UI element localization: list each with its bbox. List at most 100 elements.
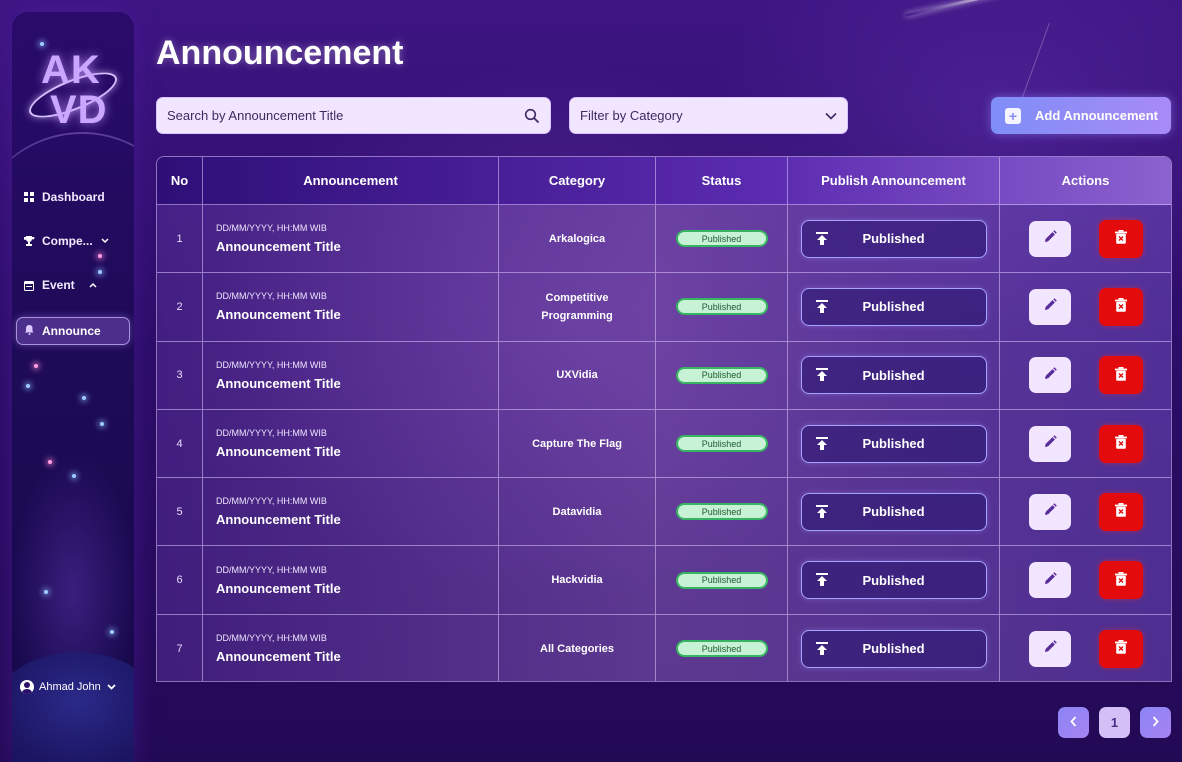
pencil-icon — [1043, 298, 1057, 315]
trophy-icon — [22, 235, 36, 247]
status-cell: Published — [656, 478, 788, 546]
edit-button[interactable] — [1028, 562, 1071, 599]
pagination-prev-button[interactable] — [1058, 707, 1089, 738]
sidebar-item-event[interactable]: Event — [22, 274, 97, 296]
star-decoration — [72, 474, 76, 478]
announcement-cell: DD/MM/YYYY, HH:MM WIB Announcement Title — [203, 546, 499, 614]
user-menu[interactable]: Ahmad John — [20, 680, 116, 694]
edit-button[interactable] — [1028, 493, 1071, 530]
trash-icon — [1114, 366, 1127, 384]
status-badge: Published — [675, 503, 768, 521]
table-row: 5 DD/MM/YYYY, HH:MM WIB Announcement Title… — [157, 478, 1171, 547]
search-box[interactable] — [156, 97, 551, 134]
publish-button-label: Published — [862, 504, 925, 520]
delete-button[interactable] — [1098, 356, 1143, 395]
chevron-down-icon — [107, 682, 116, 693]
category-cell: Arkalogica — [499, 205, 656, 273]
publish-cell: Published — [788, 546, 1000, 614]
announcement-date: DD/MM/YYYY, HH:MM WIB — [216, 359, 327, 370]
add-announcement-button[interactable]: + Add Announcement — [991, 97, 1171, 134]
chevron-down-icon — [825, 108, 837, 123]
table-body: 1 DD/MM/YYYY, HH:MM WIB Announcement Title… — [157, 205, 1171, 681]
edit-button[interactable] — [1028, 357, 1071, 394]
search-input[interactable] — [167, 108, 524, 123]
status-cell: Published — [656, 614, 788, 681]
chevron-down-icon — [101, 236, 109, 246]
publish-button[interactable]: Published — [800, 629, 987, 668]
table-row: 6 DD/MM/YYYY, HH:MM WIB Announcement Title… — [157, 546, 1171, 615]
announcement-cell: DD/MM/YYYY, HH:MM WIB Announcement Title — [203, 478, 499, 546]
pagination-page-1[interactable]: 1 — [1099, 707, 1130, 738]
pagination-next-button[interactable] — [1140, 707, 1171, 738]
category-cell: All Categories — [499, 614, 656, 681]
trash-icon — [1114, 571, 1127, 589]
delete-button[interactable] — [1098, 492, 1143, 531]
row-number: 3 — [157, 341, 203, 409]
star-decoration — [26, 384, 30, 388]
plus-icon: + — [1005, 107, 1021, 124]
publish-button-label: Published — [862, 299, 925, 315]
publish-button[interactable]: Published — [800, 219, 987, 258]
actions-cell — [1000, 342, 1171, 409]
announcement-date: DD/MM/YYYY, HH:MM WIB — [216, 291, 327, 302]
upload-icon — [815, 231, 830, 246]
upload-icon — [815, 641, 830, 656]
delete-button[interactable] — [1098, 629, 1143, 668]
star-decoration — [82, 396, 86, 400]
pencil-icon — [1043, 571, 1057, 589]
announcement-title: Announcement Title — [216, 512, 341, 528]
upload-icon — [815, 573, 830, 587]
delete-button[interactable] — [1098, 219, 1143, 258]
publish-button[interactable]: Published — [800, 356, 987, 395]
delete-button[interactable] — [1098, 561, 1143, 600]
edit-button[interactable] — [1028, 425, 1071, 462]
filter-label: Filter by Category — [580, 108, 683, 123]
publish-button-label: Published — [862, 436, 925, 452]
upload-icon — [815, 504, 830, 519]
row-number: 4 — [157, 409, 203, 478]
publish-button[interactable]: Published — [800, 561, 987, 600]
edit-button[interactable] — [1028, 630, 1071, 667]
status-badge: Published — [675, 640, 768, 658]
delete-button[interactable] — [1098, 287, 1143, 326]
actions-cell — [1000, 410, 1171, 477]
delete-button[interactable] — [1098, 424, 1143, 463]
pencil-icon — [1043, 435, 1057, 452]
column-header-publish: Publish Announcement — [788, 157, 1000, 204]
publish-button[interactable]: Published — [800, 492, 987, 531]
table-header: No Announcement Category Status Publish … — [157, 157, 1171, 205]
shooting-star-decoration — [904, 0, 1025, 17]
announcement-date: DD/MM/YYYY, HH:MM WIB — [216, 428, 327, 439]
edit-button[interactable] — [1028, 288, 1071, 325]
publish-cell: Published — [788, 478, 1000, 546]
pencil-icon — [1043, 366, 1057, 384]
pencil-icon — [1043, 640, 1057, 657]
column-header-actions: Actions — [1061, 173, 1110, 188]
search-icon[interactable] — [524, 108, 540, 124]
announcement-title: Announcement Title — [216, 580, 341, 596]
publish-cell: Published — [788, 409, 1000, 478]
publish-button[interactable]: Published — [800, 424, 987, 463]
column-header-no: No — [157, 157, 203, 204]
trash-icon — [1114, 435, 1127, 452]
sidebar-item-announcement[interactable]: Announce — [16, 317, 130, 345]
table-row: 2 DD/MM/YYYY, HH:MM WIB Announcement Title… — [157, 273, 1171, 342]
sidebar-item-competitions[interactable]: Compe... — [22, 230, 109, 252]
category-cell: Competitive Programming — [499, 273, 656, 341]
star-decoration — [48, 460, 52, 464]
sidebar-item-dashboard[interactable]: Dashboard — [22, 186, 105, 208]
edit-button[interactable] — [1028, 220, 1071, 257]
row-number: 5 — [157, 478, 203, 546]
announcement-cell: DD/MM/YYYY, HH:MM WIB Announcement Title — [203, 409, 499, 478]
chevron-up-icon — [89, 280, 97, 290]
logo-text-top: AK — [41, 48, 101, 92]
publish-button-label: Published — [862, 367, 925, 383]
logo: AK VD — [23, 44, 123, 144]
cloud-decoration — [12, 652, 134, 762]
category-filter-select[interactable]: Filter by Category — [569, 97, 848, 134]
calendar-icon — [22, 280, 36, 291]
announcement-cell: DD/MM/YYYY, HH:MM WIB Announcement Title — [203, 205, 499, 273]
trash-icon — [1114, 640, 1127, 657]
grid-icon — [22, 192, 36, 202]
publish-button[interactable]: Published — [800, 287, 987, 326]
